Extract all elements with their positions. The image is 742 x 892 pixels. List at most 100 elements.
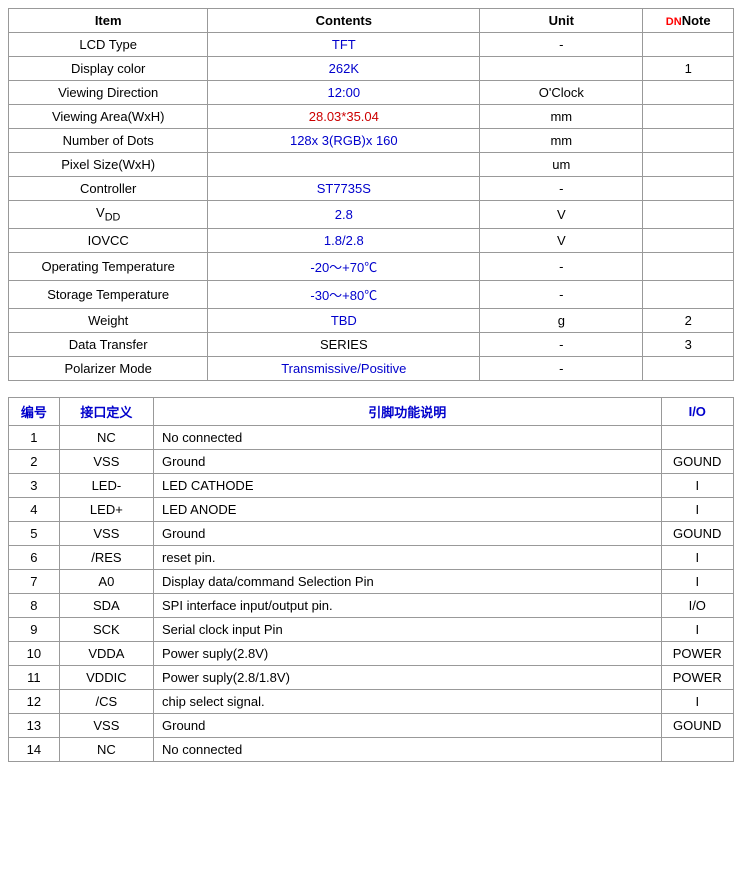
table-row: Viewing Area(WxH)28.03*35.04mm: [9, 105, 734, 129]
spec-contents: -20～+70℃: [208, 252, 480, 280]
spec-item: VDD: [9, 201, 208, 229]
table-row: Display color262K1: [9, 57, 734, 81]
spec-contents: 1.8/2.8: [208, 228, 480, 252]
spec-table-section: Item Contents Unit DNNote LCD TypeTFT-Di…: [8, 8, 734, 381]
spec-unit: V: [480, 228, 643, 252]
spec-item: Weight: [9, 308, 208, 332]
pin-table-section: 编号 接口定义 引脚功能说明 I/O 1NCNo connected2VSSGr…: [8, 397, 734, 762]
col-header-item: Item: [9, 9, 208, 33]
dn-label: DN: [666, 16, 682, 28]
table-row: 4LED+LED ANODEI: [9, 497, 734, 521]
pin-num: 12: [9, 689, 60, 713]
pin-io: GOUND: [661, 449, 734, 473]
spec-contents: -30～+80℃: [208, 280, 480, 308]
pin-desc: Ground: [154, 449, 662, 473]
spec-item: Display color: [9, 57, 208, 81]
pin-name: /RES: [59, 545, 153, 569]
table-row: 5VSSGroundGOUND: [9, 521, 734, 545]
spec-contents: SERIES: [208, 332, 480, 356]
pin-io: [661, 425, 734, 449]
table-row: 9SCKSerial clock input PinI: [9, 617, 734, 641]
spec-note: [643, 280, 734, 308]
table-row: 6/RESreset pin.I: [9, 545, 734, 569]
spec-note: [643, 153, 734, 177]
pin-name: SDA: [59, 593, 153, 617]
spec-note: [643, 33, 734, 57]
col-header-contents: Contents: [208, 9, 480, 33]
spec-note: [643, 105, 734, 129]
table-row: Data TransferSERIES-3: [9, 332, 734, 356]
spec-unit: -: [480, 356, 643, 380]
spec-contents: 12:00: [208, 81, 480, 105]
pin-io: I: [661, 617, 734, 641]
table-row: Number of Dots128x 3(RGB)x 160mm: [9, 129, 734, 153]
pin-name: VDDIC: [59, 665, 153, 689]
table-row: 3LED-LED CATHODEI: [9, 473, 734, 497]
spec-item: LCD Type: [9, 33, 208, 57]
spec-unit: mm: [480, 105, 643, 129]
table-row: Viewing Direction12:00O'Clock: [9, 81, 734, 105]
table-row: 8SDASPI interface input/output pin.I/O: [9, 593, 734, 617]
pin-io: I: [661, 473, 734, 497]
pin-desc: chip select signal.: [154, 689, 662, 713]
table-row: 7A0Display data/command Selection PinI: [9, 569, 734, 593]
spec-note: [643, 81, 734, 105]
spec-contents: 2.8: [208, 201, 480, 229]
spec-unit: um: [480, 153, 643, 177]
pin-name: VSS: [59, 713, 153, 737]
pin-io: I: [661, 689, 734, 713]
pin-desc: Display data/command Selection Pin: [154, 569, 662, 593]
pin-desc: LED ANODE: [154, 497, 662, 521]
pin-num: 3: [9, 473, 60, 497]
spec-unit: -: [480, 177, 643, 201]
spec-note: 3: [643, 332, 734, 356]
pin-io: GOUND: [661, 521, 734, 545]
spec-unit: -: [480, 252, 643, 280]
spec-contents: 128x 3(RGB)x 160: [208, 129, 480, 153]
pin-num: 11: [9, 665, 60, 689]
spec-note: [643, 356, 734, 380]
table-row: WeightTBDg2: [9, 308, 734, 332]
spec-item: Storage Temperature: [9, 280, 208, 308]
pin-desc: LED CATHODE: [154, 473, 662, 497]
pin-desc: SPI interface input/output pin.: [154, 593, 662, 617]
pin-io: I: [661, 497, 734, 521]
table-row: IOVCC1.8/2.8V: [9, 228, 734, 252]
pin-name: A0: [59, 569, 153, 593]
pin-io: I: [661, 545, 734, 569]
col-header-num: 编号: [9, 397, 60, 425]
spec-unit: g: [480, 308, 643, 332]
table-row: ControllerST7735S-: [9, 177, 734, 201]
pin-io: POWER: [661, 641, 734, 665]
pin-num: 6: [9, 545, 60, 569]
spec-item: Viewing Area(WxH): [9, 105, 208, 129]
pin-io: POWER: [661, 665, 734, 689]
spec-item: Data Transfer: [9, 332, 208, 356]
pin-table: 编号 接口定义 引脚功能说明 I/O 1NCNo connected2VSSGr…: [8, 397, 734, 762]
spec-table: Item Contents Unit DNNote LCD TypeTFT-Di…: [8, 8, 734, 381]
pin-desc: reset pin.: [154, 545, 662, 569]
spec-contents: 28.03*35.04: [208, 105, 480, 129]
spec-note: [643, 177, 734, 201]
spec-contents: 262K: [208, 57, 480, 81]
spec-contents: [208, 153, 480, 177]
spec-unit: O'Clock: [480, 81, 643, 105]
col-header-name: 接口定义: [59, 397, 153, 425]
pin-name: VSS: [59, 449, 153, 473]
spec-note: 2: [643, 308, 734, 332]
table-row: Operating Temperature-20～+70℃-: [9, 252, 734, 280]
pin-name: VDDA: [59, 641, 153, 665]
spec-contents: TFT: [208, 33, 480, 57]
col-header-note: DNNote: [643, 9, 734, 33]
table-row: 1NCNo connected: [9, 425, 734, 449]
table-row: 10VDDAPower suply(2.8V)POWER: [9, 641, 734, 665]
spec-unit: V: [480, 201, 643, 229]
pin-num: 9: [9, 617, 60, 641]
table-row: Pixel Size(WxH)um: [9, 153, 734, 177]
pin-io: I/O: [661, 593, 734, 617]
pin-num: 8: [9, 593, 60, 617]
spec-item: Number of Dots: [9, 129, 208, 153]
pin-num: 4: [9, 497, 60, 521]
spec-item: Controller: [9, 177, 208, 201]
spec-unit: mm: [480, 129, 643, 153]
